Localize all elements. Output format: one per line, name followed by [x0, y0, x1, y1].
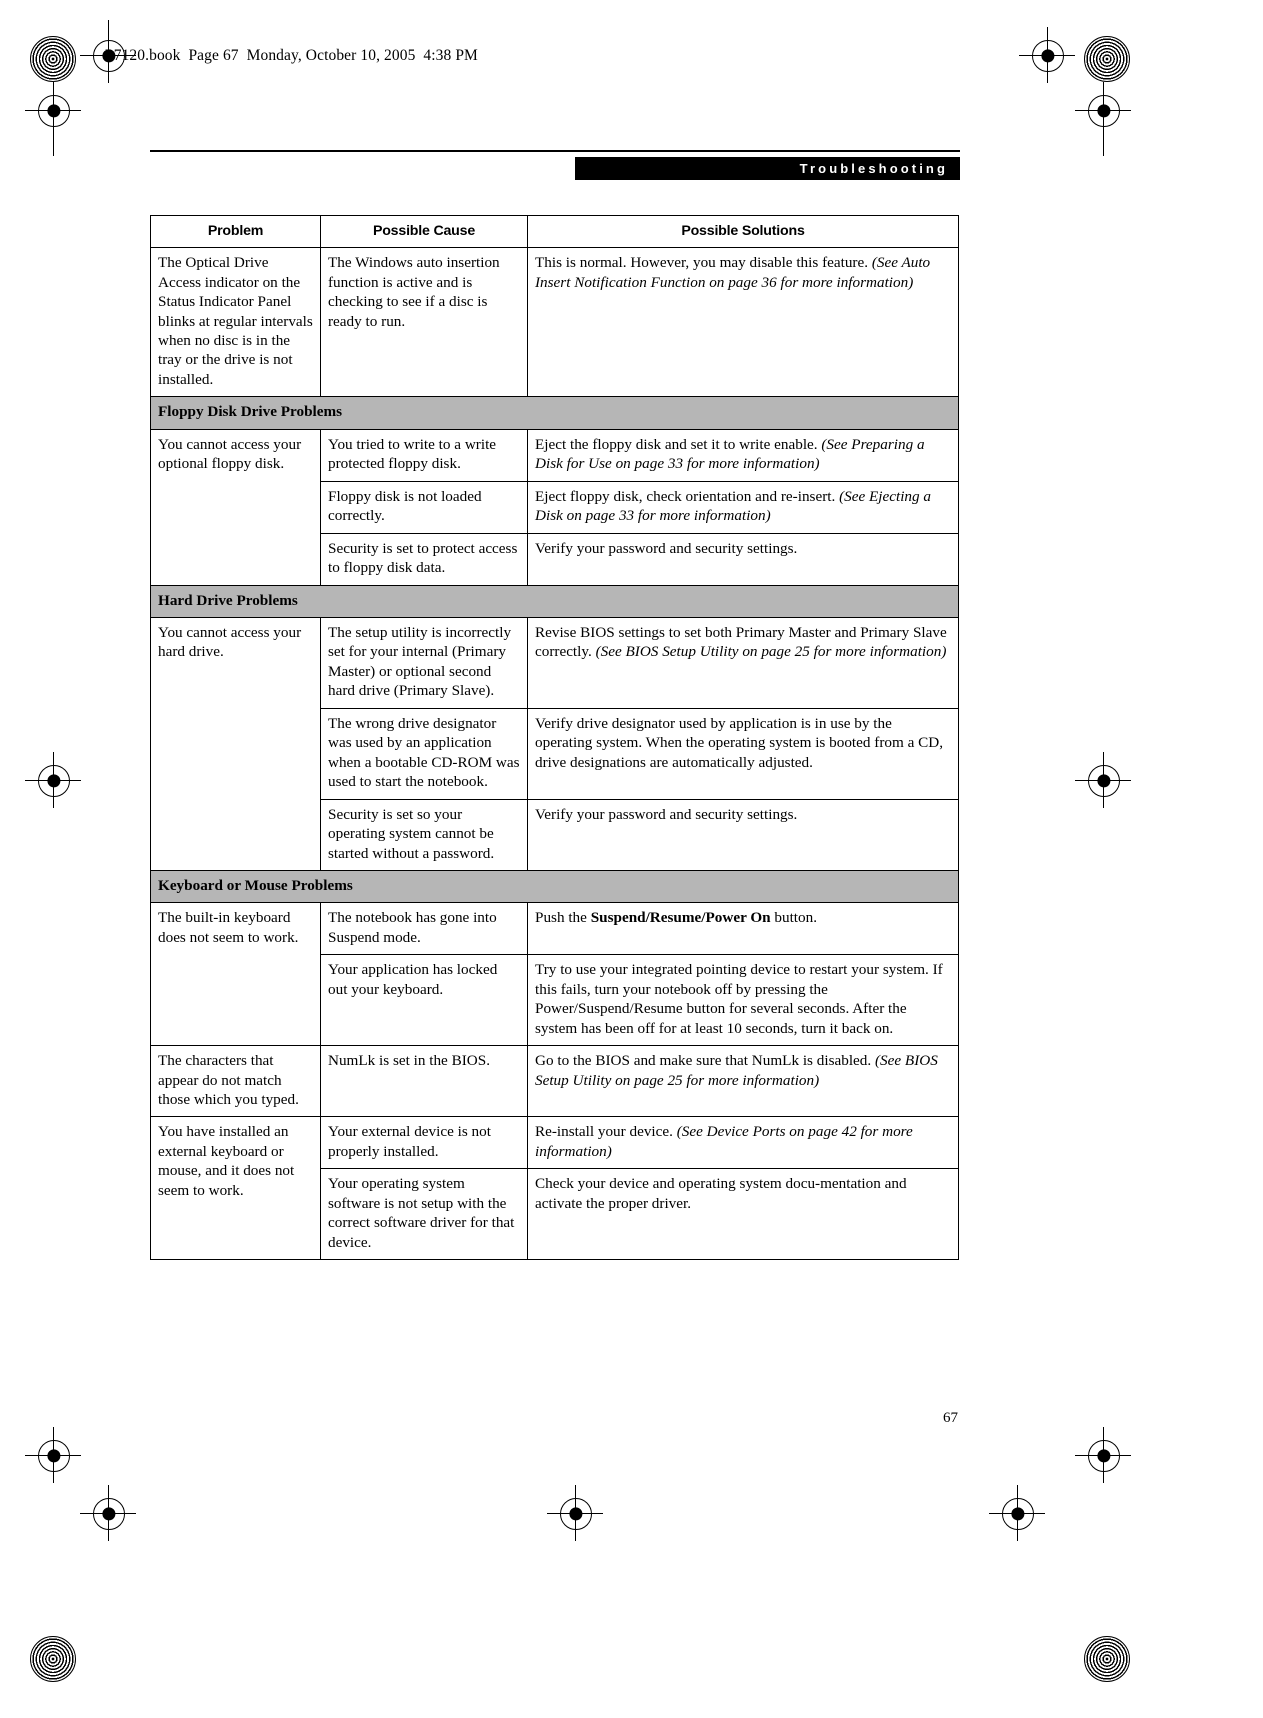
chapter-banner-troubleshooting: Troubleshooting: [575, 157, 960, 180]
cell-possible-solution: Verify your password and security settin…: [527, 798, 959, 871]
table-row: You have installed an external keyboard …: [150, 1116, 959, 1261]
column-header-cause: Possible Cause: [320, 214, 528, 249]
cell-possible-solution: Eject floppy disk, check orientation and…: [527, 480, 959, 534]
cell-possible-cause: The setup utility is incorrectly set for…: [320, 616, 528, 709]
table-header-row: Problem Possible Cause Possible Solution…: [150, 214, 959, 249]
table-row: The built-in keyboard does not seem to w…: [150, 902, 959, 1047]
cell-possible-cause: The wrong drive designator was used by a…: [320, 707, 528, 800]
registration-target-left-lower: [38, 1440, 70, 1472]
solution-cross-reference: (See BIOS Setup Utility on page 25 for m…: [595, 643, 947, 661]
crosshair-right-lower-v: [1103, 1427, 1104, 1483]
cell-problem: You cannot access your optional floppy d…: [150, 428, 321, 586]
crosshair-right-middle-v: [1103, 752, 1104, 808]
cell-possible-cause: Your application has locked out your key…: [320, 954, 528, 1047]
section-header-label: Hard Drive Problems: [150, 584, 959, 618]
registration-target-left-upper: [38, 95, 70, 127]
crosshair-bottom-right-v: [1017, 1485, 1018, 1541]
table-row: You cannot access your optional floppy d…: [150, 428, 959, 586]
registration-target-bottom-right: [1002, 1498, 1034, 1530]
crosshair-bottom-left-v: [108, 1485, 109, 1541]
halftone-circle-top-left: [30, 36, 76, 82]
cell-possible-cause: You tried to write to a write protected …: [320, 428, 528, 482]
halftone-circle-top-right: [1084, 36, 1130, 82]
cell-possible-solution: This is normal. However, you may disable…: [527, 247, 959, 398]
crop-line-left-vert-long: [53, 96, 54, 156]
registration-target-top-right: [1032, 40, 1064, 72]
solution-cross-reference: (See Preparing a Disk for Use on page 33…: [535, 435, 925, 473]
section-header-label: Keyboard or Mouse Problems: [150, 869, 959, 904]
halftone-circle-bottom-right: [1084, 1636, 1130, 1682]
cell-possible-cause: Security is set to protect access to flo…: [320, 532, 528, 586]
table-section-header-row: Hard Drive Problems: [150, 584, 959, 618]
troubleshooting-table: Problem Possible Cause Possible Solution…: [150, 214, 959, 1261]
registration-target-bottom-left: [93, 1498, 125, 1530]
header-rule: [150, 150, 960, 152]
crosshair-left-lower-v: [53, 1427, 54, 1483]
table-section-header-row: Floppy Disk Drive Problems: [150, 396, 959, 430]
cell-problem: The built-in keyboard does not seem to w…: [150, 902, 321, 1047]
cell-possible-solution: Re-install your device. (See Device Port…: [527, 1116, 959, 1170]
cell-problem: You cannot access your hard drive.: [150, 616, 321, 871]
cell-problem: You have installed an external keyboard …: [150, 1116, 321, 1261]
table-section-header-row: Keyboard or Mouse Problems: [150, 869, 959, 904]
cell-possible-solution: Push the Suspend/Resume/Power On button.: [527, 902, 959, 956]
cell-possible-cause: Your external device is not properly ins…: [320, 1116, 528, 1170]
cell-possible-cause: NumLk is set in the BIOS.: [320, 1045, 528, 1118]
cell-possible-solution: Check your device and operating system d…: [527, 1168, 959, 1261]
cell-problem: The Optical Drive Access indicator on th…: [150, 247, 321, 398]
registration-target-right-lower: [1088, 1440, 1120, 1472]
cell-possible-solution: Revise BIOS settings to set both Primary…: [527, 616, 959, 709]
registration-target-right-upper: [1088, 95, 1120, 127]
section-header-label: Floppy Disk Drive Problems: [150, 396, 959, 430]
cell-possible-cause: Your operating system software is not se…: [320, 1168, 528, 1261]
solution-cross-reference: (See BIOS Setup Utility on page 25 for m…: [535, 1052, 938, 1089]
cell-possible-cause: Floppy disk is not loaded correctly.: [320, 480, 528, 534]
cell-possible-cause: The Windows auto insertion function is a…: [320, 247, 528, 398]
registration-target-right-middle: [1088, 765, 1120, 797]
table-row: The characters that appear do not match …: [150, 1045, 959, 1118]
solution-cross-reference: (See Ejecting a Disk on page 33 for more…: [535, 487, 932, 525]
cell-possible-solution: Verify your password and security settin…: [527, 532, 959, 586]
registration-target-bottom-center: [560, 1498, 592, 1530]
cell-possible-cause: Security is set so your operating system…: [320, 798, 528, 871]
table-header: Problem Possible Cause Possible Solution…: [150, 214, 959, 249]
solution-cross-reference: (See Device Ports on page 42 for more in…: [535, 1123, 913, 1160]
cell-possible-solution: Try to use your integrated pointing devi…: [527, 954, 959, 1047]
crosshair-top-right-v: [1047, 27, 1048, 83]
cell-problem: The characters that appear do not match …: [150, 1045, 321, 1118]
column-header-solutions: Possible Solutions: [527, 214, 959, 249]
table-body: The Optical Drive Access indicator on th…: [150, 247, 959, 1261]
solution-cross-reference: (See Auto Insert Notification Function o…: [535, 254, 931, 291]
crop-line-right-vert-long: [1103, 96, 1104, 156]
halftone-circle-bottom-left: [30, 1636, 76, 1682]
cell-possible-solution: Eject the floppy disk and set it to writ…: [527, 428, 959, 482]
cell-possible-solution: Go to the BIOS and make sure that NumLk …: [527, 1045, 959, 1118]
solution-bold-term: Suspend/Resume/Power On: [590, 909, 771, 927]
registration-target-left-middle: [38, 765, 70, 797]
cell-possible-solution: Verify drive designator used by applicat…: [527, 707, 959, 800]
cell-possible-cause: The notebook has gone into Suspend mode.: [320, 902, 528, 956]
table-row: The Optical Drive Access indicator on th…: [150, 247, 959, 398]
table-row: You cannot access your hard drive. The se…: [150, 616, 959, 871]
page-number: 67: [943, 1410, 958, 1426]
column-header-problem: Problem: [150, 214, 321, 249]
book-file-header: P7120.book Page 67 Monday, October 10, 2…: [105, 47, 478, 64]
crosshair-bottom-center-v: [575, 1485, 576, 1541]
crosshair-left-middle-v: [53, 752, 54, 808]
